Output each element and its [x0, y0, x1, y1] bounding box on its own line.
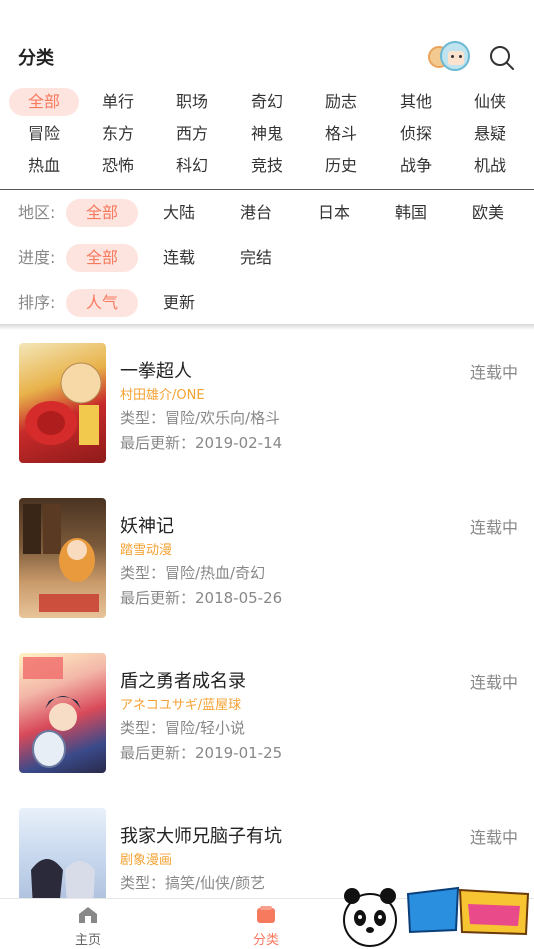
search-button[interactable]	[488, 44, 516, 72]
comic-cover	[19, 653, 106, 773]
comic-genre: 类型：冒险/轻小说	[120, 719, 246, 737]
comic-genre: 类型：冒险/欢乐向/格斗	[120, 409, 281, 427]
genre-item[interactable]: 历史	[306, 152, 376, 180]
watermark-logo	[338, 880, 534, 949]
comic-title: 一拳超人	[120, 361, 192, 382]
genre-item[interactable]: 战争	[381, 152, 451, 180]
sort-label: 排序:	[18, 293, 56, 312]
comic-cover	[19, 498, 106, 618]
comic-title: 盾之勇者成名录	[120, 671, 246, 692]
region-option[interactable]: 港台	[220, 199, 292, 227]
comic-author: 踏雪动漫	[120, 543, 173, 558]
genre-item[interactable]: 侦探	[381, 120, 451, 148]
sort-option-popular[interactable]: 人气	[66, 289, 138, 317]
comic-updated: 最后更新：2019-02-14	[120, 434, 283, 452]
genre-item[interactable]: 职场	[157, 88, 227, 116]
genre-all[interactable]: 全部	[9, 88, 79, 116]
comic-title: 妖神记	[120, 516, 174, 537]
comic-cover	[19, 343, 106, 463]
progress-option-all[interactable]: 全部	[66, 244, 138, 272]
progress-filter: 进度: 全部 连载 完结	[0, 242, 534, 274]
region-option-all[interactable]: 全部	[66, 199, 138, 227]
genre-item[interactable]: 科幻	[157, 152, 227, 180]
region-option[interactable]: 大陆	[143, 199, 215, 227]
progress-option[interactable]: 完结	[220, 244, 292, 272]
region-label: 地区:	[18, 203, 56, 222]
comic-status: 连载中	[469, 363, 518, 382]
avatar[interactable]	[428, 40, 472, 74]
progress-option[interactable]: 连载	[143, 244, 215, 272]
search-icon	[490, 46, 514, 70]
genre-item[interactable]: 西方	[157, 120, 227, 148]
comic-genre: 类型：冒险/热血/奇幻	[120, 564, 266, 582]
tab-category[interactable]: 分类	[216, 899, 316, 949]
region-filter: 地区: 全部 大陆 港台 日本 韩国 欧美	[0, 197, 534, 229]
comic-status: 连载中	[469, 518, 518, 537]
genre-item[interactable]: 东方	[83, 120, 153, 148]
comic-list-item[interactable]: 盾之勇者成名录 アネコユサギ/蓝屋球 类型：冒险/轻小说 最后更新：2019-0…	[0, 653, 534, 777]
sort-option-updated[interactable]: 更新	[143, 289, 215, 317]
comic-status: 连载中	[469, 673, 518, 692]
top-header: 分类	[0, 0, 534, 82]
region-option[interactable]: 日本	[298, 199, 370, 227]
genre-item[interactable]: 仙侠	[455, 88, 525, 116]
comic-updated: 最后更新：2019-01-25	[120, 744, 283, 762]
genre-item[interactable]: 竞技	[232, 152, 302, 180]
genre-grid: 全部 单行 职场 奇幻 励志 其他 仙侠 冒险 东方 西方 神鬼 格斗 侦探 悬…	[0, 86, 534, 188]
region-option[interactable]: 欧美	[452, 199, 524, 227]
genre-item[interactable]: 其他	[381, 88, 451, 116]
genre-item[interactable]: 悬疑	[455, 120, 525, 148]
genre-item[interactable]: 恐怖	[83, 152, 153, 180]
comic-author: 剧象漫画	[120, 853, 173, 868]
genre-item[interactable]: 励志	[306, 88, 376, 116]
genre-item[interactable]: 奇幻	[232, 88, 302, 116]
comic-list-item[interactable]: 妖神记 踏雪动漫 类型：冒险/热血/奇幻 最后更新：2018-05-26 连载中	[0, 498, 534, 622]
comic-list-item[interactable]: 一拳超人 村田雄介/ONE 类型：冒险/欢乐向/格斗 最后更新：2019-02-…	[0, 343, 534, 467]
comic-author: 村田雄介/ONE	[120, 388, 205, 403]
genre-item[interactable]: 冒险	[9, 120, 79, 148]
genre-item[interactable]: 机战	[455, 152, 525, 180]
comic-author: アネコユサギ/蓝屋球	[120, 698, 242, 713]
comic-status: 连载中	[469, 828, 518, 847]
genre-item[interactable]: 热血	[9, 152, 79, 180]
region-option[interactable]: 韩国	[375, 199, 447, 227]
divider	[0, 189, 534, 190]
tab-home-label: 主页	[74, 933, 101, 948]
comic-updated: 最后更新：2018-05-26	[120, 589, 283, 607]
tab-category-label: 分类	[252, 933, 279, 948]
filter-shadow	[0, 324, 534, 330]
genre-item[interactable]: 单行	[83, 88, 153, 116]
avatar-primary	[440, 41, 470, 71]
page-title: 分类	[18, 48, 54, 69]
genre-item[interactable]: 格斗	[306, 120, 376, 148]
sort-filter: 排序: 人气 更新	[0, 287, 534, 319]
progress-label: 进度:	[18, 248, 56, 267]
genre-item[interactable]: 神鬼	[232, 120, 302, 148]
comic-genre: 类型：搞笑/仙侠/颜艺	[120, 874, 266, 892]
tab-home[interactable]: 主页	[38, 899, 138, 949]
category-icon	[257, 906, 275, 923]
home-icon	[79, 907, 97, 923]
comic-title: 我家大师兄脑子有坑	[120, 826, 282, 847]
